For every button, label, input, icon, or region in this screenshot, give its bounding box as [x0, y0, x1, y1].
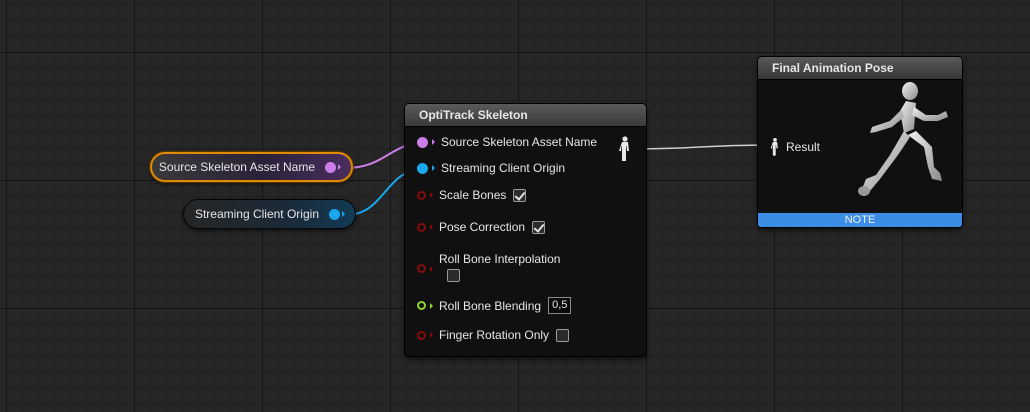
pin-label-scale-bones: Scale Bones [439, 188, 507, 202]
pin-finger-rotation-only[interactable]: Finger Rotation Only [405, 328, 570, 342]
streaming-client-output-arrow-icon [342, 211, 345, 217]
final-animation-pose-title: Final Animation Pose [758, 57, 962, 80]
pose-correction-input-pin[interactable] [417, 222, 426, 232]
source-skeleton-input-pin[interactable] [417, 136, 428, 148]
pin-label-streaming-client: Streaming Client Origin [441, 161, 566, 175]
pin-label-roll-bone-blending: Roll Bone Blending [439, 298, 542, 313]
pin-label-result: Result [786, 140, 821, 154]
pin-pose-correction[interactable]: Pose Correction [405, 220, 546, 234]
roll-bone-blending-input-pin[interactable] [417, 301, 426, 310]
streaming-client-variable-label: Streaming Client Origin [194, 207, 319, 221]
note-bar[interactable]: NOTE [758, 213, 962, 227]
source-skeleton-variable-node[interactable]: Source Skeleton Asset Name [150, 152, 353, 182]
roll-bone-blending-value-field[interactable]: 0,5 [548, 297, 572, 314]
pin-arrow-icon [430, 302, 433, 309]
pin-source-skeleton[interactable]: Source Skeleton Asset Name [405, 135, 597, 149]
source-skeleton-output-pin[interactable] [325, 161, 336, 173]
scale-bones-input-pin[interactable] [417, 190, 426, 200]
finger-rotation-only-checkbox[interactable] [556, 328, 570, 342]
pin-arrow-icon [430, 192, 433, 198]
roll-bone-interpolation-checkbox[interactable] [447, 269, 460, 282]
pin-result[interactable]: Result [758, 135, 820, 159]
pin-label-roll-bone-interpolation: Roll Bone Interpolation [439, 252, 561, 266]
pin-arrow-icon [430, 332, 433, 338]
source-skeleton-output-arrow-icon [338, 164, 341, 170]
pose-correction-checkbox[interactable] [532, 220, 546, 234]
pin-arrow-icon [430, 224, 433, 230]
pin-scale-bones[interactable]: Scale Bones [405, 188, 527, 202]
pin-streaming-client[interactable]: Streaming Client Origin [405, 161, 565, 175]
source-skeleton-variable-label: Source Skeleton Asset Name [158, 160, 315, 174]
streaming-client-input-pin[interactable] [417, 162, 428, 174]
optitrack-skeleton-node-title: OptiTrack Skeleton [405, 104, 646, 127]
pin-label-pose-correction: Pose Correction [439, 220, 526, 234]
finger-rotation-only-input-pin[interactable] [417, 330, 426, 340]
roll-bone-interpolation-input-pin[interactable] [417, 264, 426, 273]
streaming-client-output-pin[interactable] [329, 208, 340, 220]
streaming-client-variable-node[interactable]: Streaming Client Origin [183, 199, 356, 229]
pin-roll-bone-interpolation[interactable]: Roll Bone Interpolation [405, 252, 560, 282]
pin-label-finger-rotation-only: Finger Rotation Only [439, 328, 550, 342]
pin-arrow-icon [432, 165, 435, 171]
result-input-pin-icon[interactable] [770, 135, 780, 159]
final-animation-pose-node[interactable]: Final Animation Pose Result NOTE [758, 57, 962, 227]
scale-bones-checkbox[interactable] [513, 188, 527, 202]
pin-arrow-icon [430, 266, 433, 272]
pose-output-pin-icon[interactable] [618, 136, 632, 162]
pin-label-source-skeleton: Source Skeleton Asset Name [441, 135, 598, 149]
running-mannequin-icon [858, 82, 948, 196]
pin-arrow-icon [432, 139, 435, 145]
wire-pose-result [631, 144, 773, 150]
pin-roll-bone-blending[interactable]: Roll Bone Blending 0,5 [405, 297, 572, 314]
optitrack-skeleton-node[interactable]: OptiTrack Skeleton Source Skeleton Asset… [405, 104, 646, 356]
